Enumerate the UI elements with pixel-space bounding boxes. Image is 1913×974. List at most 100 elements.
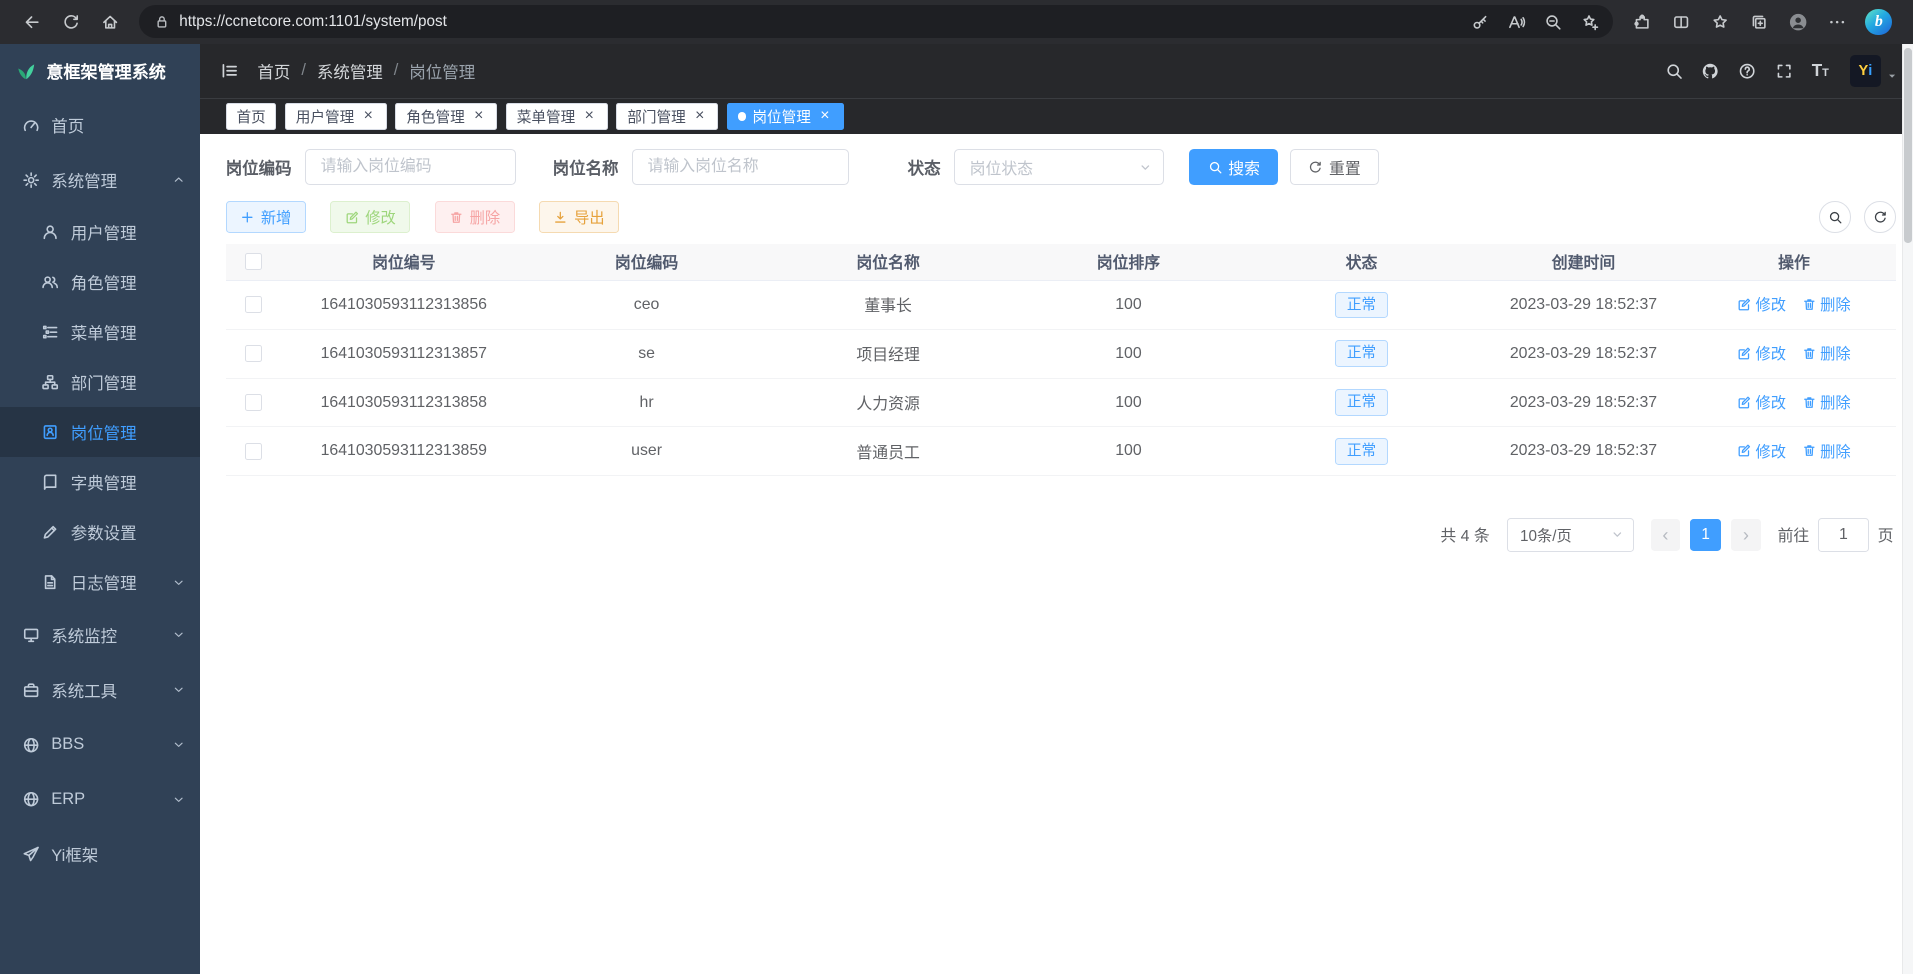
row-delete-button[interactable]: 删除 bbox=[1802, 391, 1851, 413]
prev-page-button[interactable]: ‹ bbox=[1651, 519, 1680, 551]
search-form: 岗位编码 岗位名称 状态 岗位状态 搜索 bbox=[226, 149, 1896, 186]
read-aloud-icon[interactable] bbox=[1498, 7, 1535, 36]
edit-icon bbox=[1737, 395, 1752, 410]
breadcrumb-item[interactable]: 首页 bbox=[257, 59, 290, 83]
row-delete-button[interactable]: 删除 bbox=[1802, 293, 1851, 315]
post-code-input[interactable] bbox=[305, 149, 516, 186]
breadcrumb-separator: / bbox=[301, 61, 306, 80]
user-avatar[interactable]: Yi bbox=[1850, 55, 1882, 87]
address-bar[interactable]: https://ccnetcore.com:1101/system/post bbox=[139, 5, 1613, 38]
row-edit-button[interactable]: 修改 bbox=[1737, 440, 1786, 462]
sidebar-item-bbs[interactable]: BBS bbox=[0, 717, 200, 772]
settings-menu-icon[interactable] bbox=[1818, 5, 1857, 39]
tab-role[interactable]: 角色管理× bbox=[395, 103, 497, 130]
split-screen-icon[interactable] bbox=[1662, 5, 1701, 39]
row-edit-button[interactable]: 修改 bbox=[1737, 293, 1786, 315]
page-size-value: 10条/页 bbox=[1520, 524, 1572, 546]
app-frame: 意框架管理系统 首页系统管理用户管理角色管理菜单管理部门管理岗位管理字典管理参数… bbox=[0, 44, 1913, 974]
edit-button[interactable]: 修改 bbox=[330, 201, 410, 233]
zoom-level-icon[interactable] bbox=[1535, 7, 1572, 36]
tab-close-icon[interactable]: × bbox=[360, 108, 376, 124]
font-size-icon[interactable]: TT bbox=[1803, 54, 1837, 88]
breadcrumb-item[interactable]: 系统管理 bbox=[317, 59, 383, 83]
url-text[interactable]: https://ccnetcore.com:1101/system/post bbox=[179, 13, 1461, 30]
add-favorite-icon[interactable] bbox=[1571, 7, 1608, 36]
row-checkbox[interactable] bbox=[245, 394, 262, 411]
cell-post-name: 项目经理 bbox=[767, 329, 1009, 378]
copilot-bing-icon[interactable]: b bbox=[1857, 5, 1901, 39]
tab-close-icon[interactable]: × bbox=[581, 108, 597, 124]
reload-icon[interactable] bbox=[51, 5, 90, 39]
sidebar-item-user[interactable]: 用户管理 bbox=[0, 207, 200, 257]
tab-post[interactable]: 岗位管理× bbox=[727, 103, 844, 130]
sidebar-item-tool[interactable]: 系统工具 bbox=[0, 662, 200, 717]
sidebar-item-dict[interactable]: 字典管理 bbox=[0, 457, 200, 507]
sidebar-item-post[interactable]: 岗位管理 bbox=[0, 407, 200, 457]
monitor-icon bbox=[22, 626, 40, 644]
next-page-button[interactable]: › bbox=[1731, 519, 1760, 551]
sidebar-item-system[interactable]: 系统管理 bbox=[0, 152, 200, 207]
select-all-checkbox[interactable] bbox=[245, 253, 262, 270]
sidebar-item-yi[interactable]: Yi框架 bbox=[0, 827, 200, 882]
submenu-system: 用户管理角色管理菜单管理部门管理岗位管理字典管理参数设置日志管理 bbox=[0, 207, 200, 607]
leaf-logo-icon bbox=[15, 60, 37, 82]
back-icon[interactable] bbox=[12, 5, 51, 39]
collections-icon[interactable] bbox=[1740, 5, 1779, 39]
tab-close-icon[interactable]: × bbox=[692, 108, 708, 124]
chevron-down-icon bbox=[1610, 527, 1625, 542]
browser-home-icon[interactable] bbox=[90, 5, 129, 39]
docs-question-icon[interactable] bbox=[1730, 54, 1764, 88]
sidebar-item-log[interactable]: 日志管理 bbox=[0, 557, 200, 607]
sidebar-item-dept[interactable]: 部门管理 bbox=[0, 357, 200, 407]
tab-close-icon[interactable]: × bbox=[817, 108, 833, 124]
sidebar-item-param[interactable]: 参数设置 bbox=[0, 507, 200, 557]
row-checkbox[interactable] bbox=[245, 296, 262, 313]
page-1-button[interactable]: 1 bbox=[1690, 519, 1722, 551]
add-button[interactable]: 新增 bbox=[226, 201, 306, 233]
sidebar-item-erp[interactable]: ERP bbox=[0, 772, 200, 827]
extensions-icon[interactable] bbox=[1623, 5, 1662, 39]
scrollbar-thumb[interactable] bbox=[1904, 48, 1912, 243]
goto-page-input[interactable] bbox=[1818, 518, 1869, 552]
breadcrumb-item[interactable]: 岗位管理 bbox=[409, 59, 475, 83]
tab-user[interactable]: 用户管理× bbox=[285, 103, 387, 130]
tab-dept[interactable]: 部门管理 × bbox=[616, 103, 718, 130]
sidebar-item-home[interactable]: 首页 bbox=[0, 98, 200, 153]
export-button-label: 导出 bbox=[574, 206, 605, 228]
sidebar-item-label: 字典管理 bbox=[71, 470, 186, 494]
row-edit-button[interactable]: 修改 bbox=[1737, 391, 1786, 413]
refresh-table-button[interactable] bbox=[1864, 201, 1896, 233]
search-button[interactable]: 搜索 bbox=[1189, 149, 1278, 186]
globe-icon bbox=[22, 736, 40, 754]
tab-menu[interactable]: 菜单管理× bbox=[506, 103, 608, 130]
tab-label: 部门管理 bbox=[627, 106, 686, 127]
row-delete-button[interactable]: 删除 bbox=[1802, 342, 1851, 364]
sidebar-item-menu[interactable]: 菜单管理 bbox=[0, 307, 200, 357]
toggle-search-button[interactable] bbox=[1819, 201, 1851, 233]
reset-button[interactable]: 重置 bbox=[1290, 149, 1379, 186]
tab-home[interactable]: 首页 bbox=[226, 103, 277, 130]
status-select[interactable]: 岗位状态 bbox=[954, 149, 1164, 186]
page-scrollbar[interactable] bbox=[1902, 44, 1913, 974]
delete-button[interactable]: 删除 bbox=[435, 201, 515, 233]
sidebar-item-monitor[interactable]: 系统监控 bbox=[0, 607, 200, 662]
profile-avatar-icon[interactable] bbox=[1779, 5, 1818, 39]
collapse-sidebar-icon[interactable] bbox=[220, 61, 240, 81]
cell-created-time: 2023-03-29 18:52:37 bbox=[1475, 378, 1692, 427]
row-edit-label: 修改 bbox=[1756, 440, 1787, 462]
password-key-icon[interactable] bbox=[1462, 7, 1499, 36]
fullscreen-icon[interactable] bbox=[1767, 54, 1801, 88]
row-checkbox[interactable] bbox=[245, 345, 262, 362]
row-delete-button[interactable]: 删除 bbox=[1802, 440, 1851, 462]
export-button[interactable]: 导出 bbox=[539, 201, 619, 233]
sidebar-item-role[interactable]: 角色管理 bbox=[0, 257, 200, 307]
github-icon[interactable] bbox=[1693, 54, 1727, 88]
header-search-icon[interactable] bbox=[1657, 54, 1691, 88]
page-size-select[interactable]: 10条/页 bbox=[1507, 518, 1634, 552]
post-name-input[interactable] bbox=[632, 149, 849, 186]
row-checkbox[interactable] bbox=[245, 443, 262, 460]
row-edit-button[interactable]: 修改 bbox=[1737, 342, 1786, 364]
user-menu-caret-icon[interactable] bbox=[1886, 70, 1898, 82]
favorites-icon[interactable] bbox=[1701, 5, 1740, 39]
tab-close-icon[interactable]: × bbox=[471, 108, 487, 124]
